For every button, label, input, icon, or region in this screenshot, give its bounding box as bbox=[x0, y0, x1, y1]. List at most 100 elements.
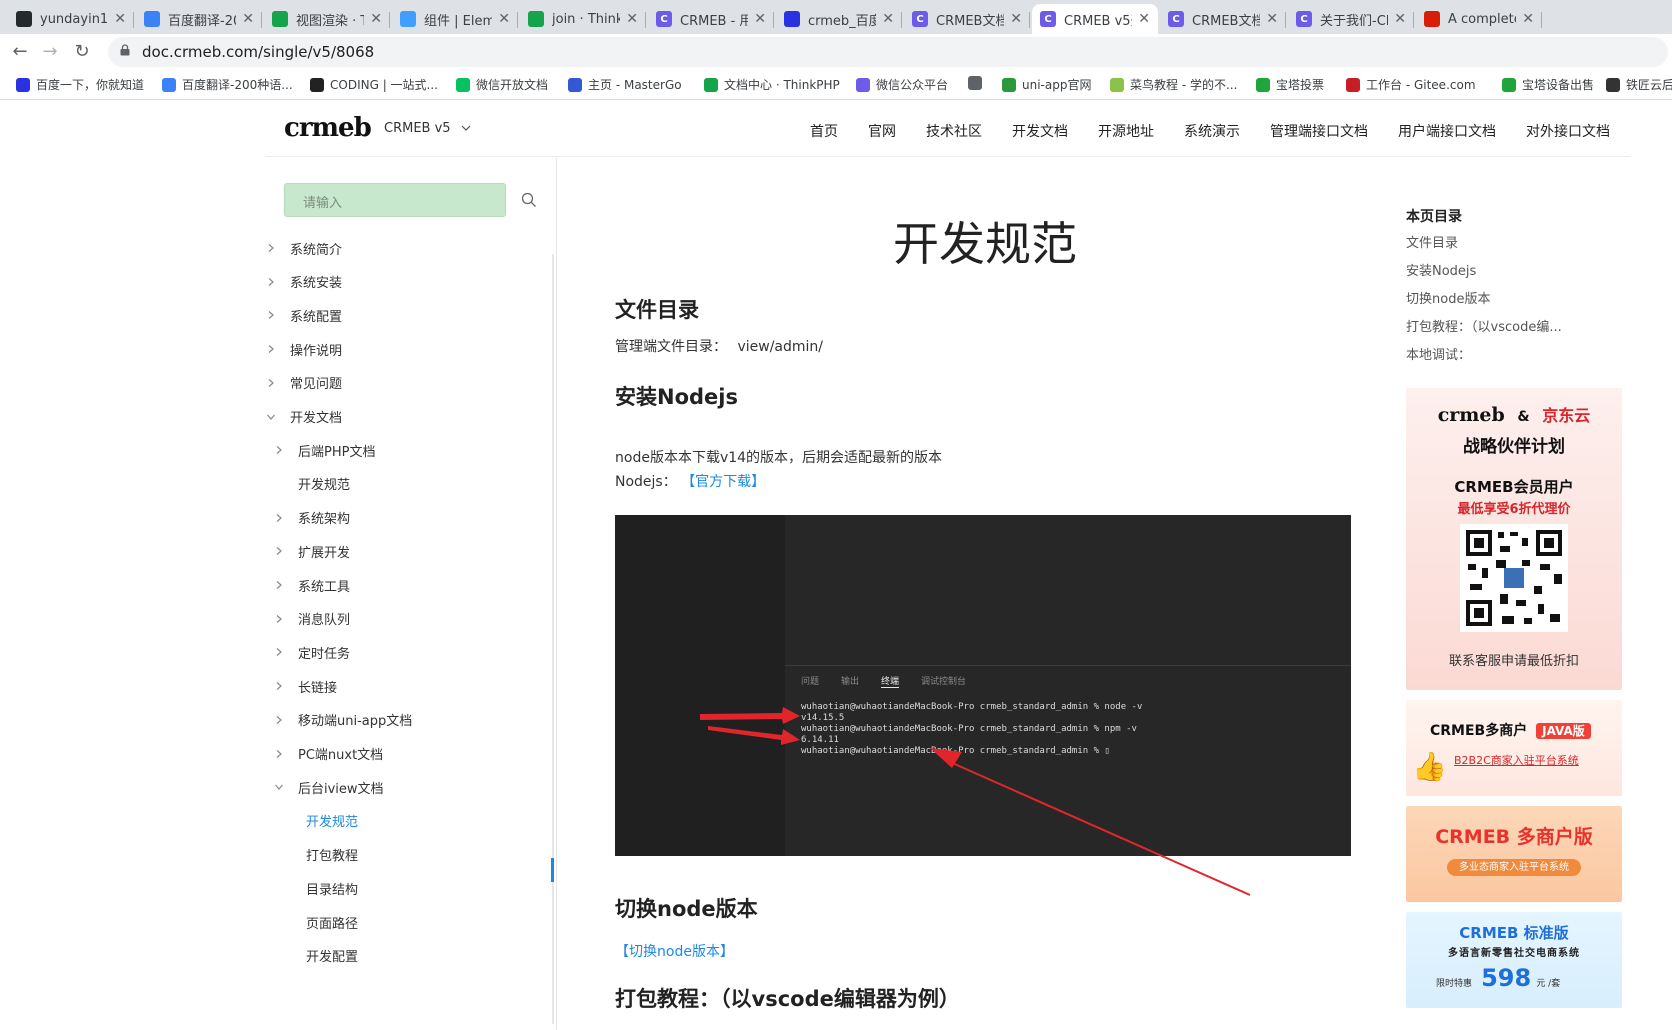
bookmark-item[interactable]: 微信公众平台 bbox=[856, 76, 948, 93]
sidebar-menu-item[interactable]: 后端PHP文档 bbox=[274, 440, 375, 460]
search-icon[interactable] bbox=[521, 192, 537, 208]
bookmark-item[interactable]: CODING | 一站式... bbox=[310, 76, 438, 93]
browser-tab[interactable]: 视图渲染 · Th ✕ bbox=[264, 4, 390, 34]
sidebar-menu-item[interactable]: 系统安装 bbox=[266, 272, 342, 292]
sidebar-menu-item[interactable]: PC端nuxt文档 bbox=[274, 744, 383, 764]
sidebar-menu-item[interactable]: 长链接 bbox=[274, 676, 337, 696]
sidebar-menu-item[interactable]: 开发规范 bbox=[282, 811, 358, 831]
chevron-down-icon bbox=[461, 125, 471, 131]
chevron-down-icon bbox=[275, 784, 283, 791]
sidebar-scrollbar-track[interactable] bbox=[552, 254, 554, 1024]
close-icon[interactable]: ✕ bbox=[1138, 11, 1150, 27]
browser-tab[interactable]: C 关于我们-CR ✕ bbox=[1288, 4, 1414, 34]
bookmark-item[interactable]: 铁匠云后 bbox=[1606, 76, 1672, 93]
sidebar-menu-item[interactable]: 打包教程 bbox=[282, 845, 358, 865]
browser-tab[interactable]: 百度翻译-200 ✕ bbox=[136, 4, 262, 34]
back-arrow-icon[interactable]: ← bbox=[8, 40, 32, 64]
sidebar-menu-item[interactable]: 系统简介 bbox=[266, 238, 342, 258]
browser-tab[interactable]: join · ThinkP ✕ bbox=[520, 4, 646, 34]
close-icon[interactable]: ✕ bbox=[1394, 11, 1406, 27]
close-icon[interactable]: ✕ bbox=[626, 11, 638, 27]
bookmark-item[interactable]: 主页 - MasterGo bbox=[568, 76, 682, 93]
sidebar-menu-item[interactable]: 消息队列 bbox=[274, 609, 350, 629]
crmeb-logo[interactable]: crmeb bbox=[284, 113, 372, 143]
nav-link[interactable]: 系统演示 bbox=[1184, 121, 1240, 141]
nav-link[interactable]: 首页 bbox=[810, 121, 838, 141]
ad-crmeb-standard[interactable]: CRMEB 标准版 多语言新零售社交电商系统 限时特惠 598 元 /套 bbox=[1406, 912, 1622, 1008]
ad-crmeb-multimerchant[interactable]: CRMEB 多商户版 多业态商家入驻平台系统 bbox=[1406, 806, 1622, 902]
browser-tab[interactable]: crmeb_百度翻 ✕ bbox=[776, 4, 902, 34]
bookmark-item[interactable]: 微信开放文档 bbox=[456, 76, 548, 93]
sidebar-menu-item[interactable]: 扩展开发 bbox=[274, 541, 350, 561]
ad-crmeb-multimerchant-java[interactable]: CRMEB多商户 JAVA版 B2B2C商家入驻平台系统 👍 bbox=[1406, 700, 1622, 796]
close-icon[interactable]: ✕ bbox=[498, 11, 510, 27]
sidebar-menu-item[interactable]: 开发配置 bbox=[282, 946, 358, 966]
terminal-tab: 调试控制台 bbox=[921, 677, 967, 687]
sidebar-menu-item[interactable]: 后台iview文档 bbox=[274, 777, 384, 797]
sidebar-menu-item[interactable]: 系统工具 bbox=[274, 575, 350, 595]
sidebar-menu-item[interactable]: 系统配置 bbox=[266, 305, 342, 325]
browser-tab[interactable]: yundayin123 ✕ bbox=[8, 4, 134, 34]
toc-item[interactable]: 文件目录 bbox=[1406, 232, 1606, 260]
tab-separator bbox=[517, 12, 518, 28]
toc-item[interactable]: 安装Nodejs bbox=[1406, 260, 1606, 288]
browser-tab[interactable]: C CRMEB v5开 ✕ bbox=[1032, 4, 1158, 34]
bookmark-item[interactable]: 宝塔投票 bbox=[1256, 76, 1324, 93]
nav-link[interactable]: 开源地址 bbox=[1098, 121, 1154, 141]
sidebar-menu-item[interactable]: 移动端uni-app文档 bbox=[274, 710, 412, 730]
sidebar-menu-item[interactable]: 系统架构 bbox=[274, 508, 350, 528]
bookmark-item[interactable] bbox=[968, 76, 988, 90]
chevron-right-icon bbox=[268, 378, 274, 387]
close-icon[interactable]: ✕ bbox=[1010, 11, 1022, 27]
nav-link[interactable]: 用户端接口文档 bbox=[1398, 121, 1496, 141]
close-icon[interactable]: ✕ bbox=[754, 11, 766, 27]
switch-node-link[interactable]: 【切换node版本】 bbox=[615, 941, 734, 961]
sidebar-menu-item[interactable]: 定时任务 bbox=[274, 642, 350, 662]
browser-tab[interactable]: A complete ✕ bbox=[1416, 4, 1542, 34]
bookmark-item[interactable]: 工作台 - Gitee.com bbox=[1346, 76, 1476, 93]
nav-link[interactable]: 官网 bbox=[868, 121, 896, 141]
sidebar-menu-item[interactable]: 常见问题 bbox=[266, 373, 342, 393]
sidebar-menu-item[interactable]: 操作说明 bbox=[266, 339, 342, 359]
sidebar-menu-item[interactable]: 开发文档 bbox=[266, 407, 342, 427]
close-icon[interactable]: ✕ bbox=[370, 11, 382, 27]
sidebar-menu-item[interactable]: 目录结构 bbox=[282, 878, 358, 898]
forward-arrow-icon[interactable]: → bbox=[38, 40, 62, 64]
bookmark-item[interactable]: 百度一下，你就知道 bbox=[16, 76, 144, 93]
ad2-badge: JAVA版 bbox=[1536, 723, 1591, 739]
toc-item[interactable]: 打包教程：（以vscode编... bbox=[1406, 316, 1606, 344]
version-selector[interactable]: CRMEB v5 bbox=[384, 121, 471, 136]
toc-item[interactable]: 本地调试： bbox=[1406, 344, 1606, 372]
terminal-line: wuhaotian@wuhaotiandeMacBook-Pro crmeb_s… bbox=[801, 746, 1110, 756]
nav-link[interactable]: 对外接口文档 bbox=[1526, 121, 1610, 141]
bookmark-item[interactable]: 文档中心 · ThinkPHP bbox=[704, 76, 840, 93]
bookmark-item[interactable]: 百度翻译-200种语... bbox=[162, 76, 293, 93]
reload-icon[interactable]: ↻ bbox=[70, 40, 94, 64]
terminal-panel: 问题 输出 终端 调试控制台 wuhaotian@wuhaotiandeMacBook… bbox=[785, 665, 1351, 856]
sidebar-menu-item[interactable]: 页面路径 bbox=[282, 912, 358, 932]
browser-tab[interactable]: C CRMEB文档 ✕ bbox=[1160, 4, 1286, 34]
official-download-link[interactable]: 【官方下载】 bbox=[681, 474, 765, 490]
toc-item[interactable]: 切换node版本 bbox=[1406, 288, 1606, 316]
globe-icon bbox=[968, 76, 982, 90]
terminal-tabs: 问题 输出 终端 调试控制台 bbox=[801, 674, 966, 688]
close-icon[interactable]: ✕ bbox=[114, 11, 126, 27]
address-bar[interactable]: doc.crmeb.com/single/v5/8068 bbox=[108, 37, 1668, 67]
sidebar-menu-label: 系统简介 bbox=[290, 242, 343, 258]
sidebar-menu-item[interactable]: 开发规范 bbox=[274, 474, 350, 494]
close-icon[interactable]: ✕ bbox=[1522, 11, 1534, 27]
browser-tab[interactable]: 组件 | Elemen ✕ bbox=[392, 4, 518, 34]
browser-tab[interactable]: C CRMEB文档 ✕ bbox=[904, 4, 1030, 34]
nav-link[interactable]: 技术社区 bbox=[926, 121, 982, 141]
bookmark-item[interactable]: 宝塔设备出售 bbox=[1502, 76, 1594, 93]
nav-link[interactable]: 管理端接口文档 bbox=[1270, 121, 1368, 141]
doc-search-input[interactable]: 请输入 bbox=[284, 183, 506, 217]
bookmark-item[interactable]: 菜鸟教程 - 学的不... bbox=[1110, 76, 1237, 93]
browser-tab[interactable]: C CRMEB - 用户 ✕ bbox=[648, 4, 774, 34]
close-icon[interactable]: ✕ bbox=[242, 11, 254, 27]
close-icon[interactable]: ✕ bbox=[1266, 11, 1278, 27]
close-icon[interactable]: ✕ bbox=[882, 11, 894, 27]
bookmark-item[interactable]: uni-app官网 bbox=[1002, 76, 1091, 93]
nav-link[interactable]: 开发文档 bbox=[1012, 121, 1068, 141]
ad-jdcloud-partner[interactable]: crmeb & 京东云 战略伙伴计划 CRMEB会员用户 最低享受6折代理价 联… bbox=[1406, 388, 1622, 690]
